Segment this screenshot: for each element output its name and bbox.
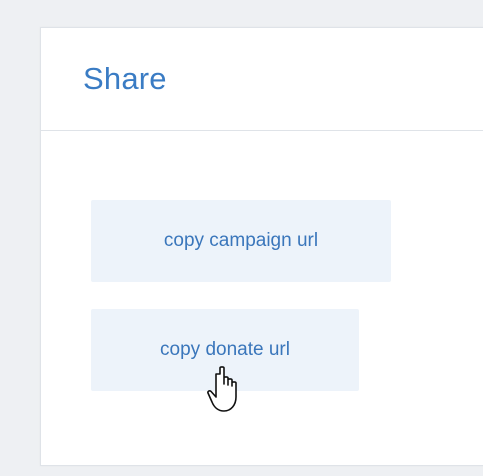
panel-title: Share (83, 61, 167, 96)
hand-pointer-icon (207, 366, 237, 412)
share-panel: Share copy campaign url copy donate url (40, 27, 483, 466)
share-panel-header: Share (41, 28, 483, 131)
copy-campaign-url-button[interactable]: copy campaign url (91, 200, 391, 282)
